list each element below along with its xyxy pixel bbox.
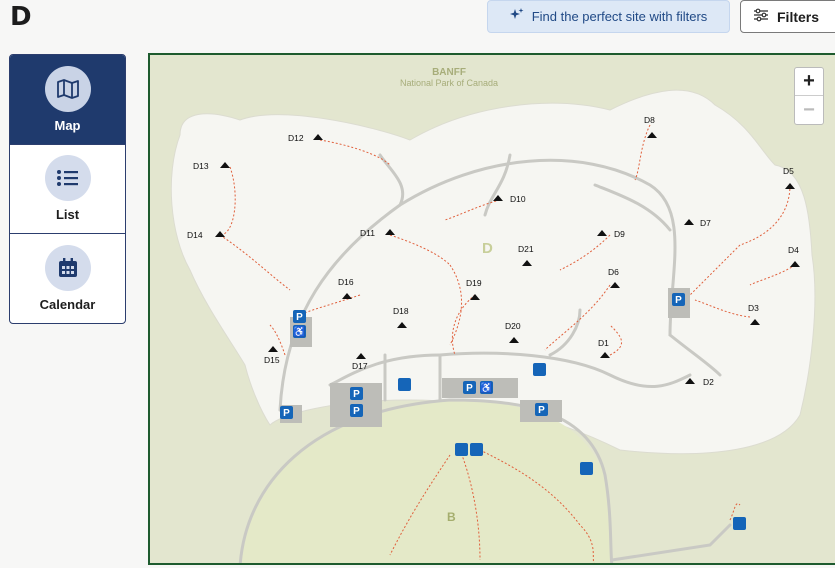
view-tab-calendar[interactable]: Calendar <box>10 234 125 323</box>
svg-text:♿: ♿ <box>293 325 305 338</box>
svg-text:P: P <box>353 389 360 400</box>
campsite-label[interactable]: D15 <box>264 355 280 365</box>
campsite-label[interactable]: D11 <box>360 228 375 238</box>
campsite-label[interactable]: D3 <box>748 303 759 313</box>
filters-button[interactable]: Filters <box>740 0 835 33</box>
water-icon <box>733 517 746 530</box>
campsite-label[interactable]: D1 <box>598 338 609 348</box>
theatre-icon <box>580 462 593 475</box>
campsite-label[interactable]: D9 <box>614 229 625 239</box>
list-icon <box>44 155 91 202</box>
park-subtitle: National Park of Canada <box>400 78 499 88</box>
water-icon <box>398 378 411 391</box>
loop-b-area <box>240 400 612 563</box>
svg-text:♿: ♿ <box>480 381 492 394</box>
loop-b-label: B <box>447 510 456 524</box>
campsite-label[interactable]: D17 <box>352 361 368 371</box>
map-canvas: D B P ♿ P P P P ♿ P P D1 D2 D3 D4 D5 D6 D7 D8 D9… <box>170 89 816 563</box>
view-tab-calendar-label: Calendar <box>39 297 96 313</box>
sliders-icon <box>753 8 769 25</box>
campsite-label[interactable]: D12 <box>288 133 304 143</box>
campsite-label[interactable]: D13 <box>193 161 209 171</box>
view-tab-map[interactable]: Map <box>10 55 125 145</box>
view-tab-map-label: Map <box>54 117 81 133</box>
campsite-label[interactable]: D20 <box>505 321 521 331</box>
calendar-icon <box>44 245 91 292</box>
campsite-label[interactable]: D19 <box>466 278 482 288</box>
campsite-label[interactable]: D5 <box>783 166 794 176</box>
campsite-label[interactable]: D21 <box>518 244 534 254</box>
page-title: D <box>10 2 32 32</box>
sparkle-icon <box>509 8 524 25</box>
loop-d-label: D <box>482 240 493 257</box>
find-site-filters-label: Find the perfect site with filters <box>531 9 708 24</box>
zoom-in-button[interactable]: + <box>795 68 823 96</box>
park-label: BANFF National Park of Canada <box>400 67 499 89</box>
park-name: BANFF <box>432 67 466 78</box>
svg-text:P: P <box>538 405 545 416</box>
campsite-label[interactable]: D8 <box>644 115 655 125</box>
campsite-label[interactable]: D18 <box>393 306 409 316</box>
find-site-filters-button[interactable]: Find the perfect site with filters <box>487 0 730 33</box>
washroom-icon <box>455 443 468 456</box>
zoom-out-button[interactable]: − <box>795 96 823 124</box>
campsite-label[interactable]: D2 <box>703 377 714 387</box>
view-tab-list[interactable]: List <box>10 145 125 234</box>
washroom-icon <box>470 443 483 456</box>
campsite-label[interactable]: D4 <box>788 245 799 255</box>
view-tab-list-label: List <box>55 207 80 223</box>
view-switcher: Map List Calendar <box>9 54 126 324</box>
campsite-label[interactable]: D16 <box>338 277 354 287</box>
campsite-label[interactable]: D14 <box>187 230 203 240</box>
svg-text:P: P <box>283 408 290 419</box>
campground-map[interactable]: D B P ♿ P P P P ♿ P P D1 D2 D3 D4 D5 D6 D7 D8 D9… <box>148 53 835 565</box>
map-icon <box>44 65 91 112</box>
svg-text:P: P <box>466 383 473 394</box>
campsite-label[interactable]: D6 <box>608 267 619 277</box>
svg-text:P: P <box>296 312 303 323</box>
campsite-label[interactable]: D10 <box>510 194 526 204</box>
campsite-label[interactable]: D7 <box>700 218 711 228</box>
svg-text:P: P <box>675 295 682 306</box>
filters-label: Filters <box>777 8 820 25</box>
water-icon <box>533 363 546 376</box>
zoom-controls: + − <box>794 67 824 125</box>
svg-text:P: P <box>353 406 360 417</box>
